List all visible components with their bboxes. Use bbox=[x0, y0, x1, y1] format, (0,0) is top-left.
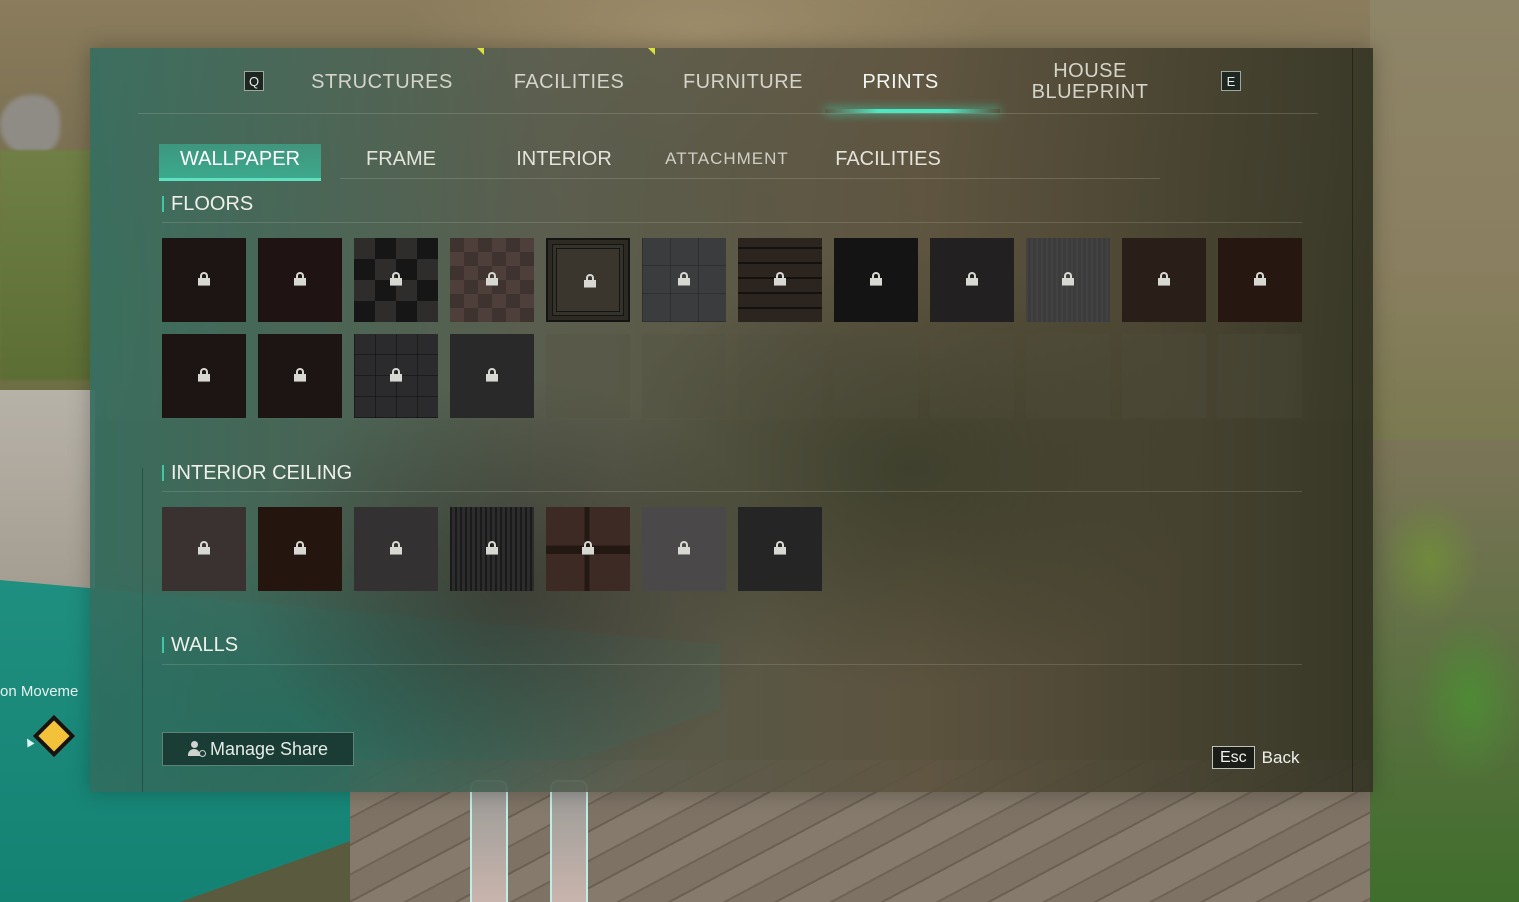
blueprint-tile[interactable] bbox=[642, 507, 726, 591]
subtab-wallpaper[interactable]: WALLPAPER bbox=[159, 144, 321, 181]
lock-icon bbox=[1254, 272, 1266, 286]
objective-text: on Moveme bbox=[0, 683, 79, 700]
blueprint-tile[interactable] bbox=[258, 507, 342, 591]
lock-icon bbox=[294, 541, 306, 555]
manage-share-button[interactable]: Manage Share bbox=[162, 732, 354, 766]
blueprint-tile[interactable] bbox=[354, 334, 438, 418]
esc-key: Esc bbox=[1212, 746, 1255, 769]
floors-grid bbox=[162, 238, 1302, 418]
lock-icon bbox=[294, 368, 306, 382]
lock-icon bbox=[390, 272, 402, 286]
prev-tab-key-q[interactable]: Q bbox=[244, 71, 264, 91]
lock-icon bbox=[486, 368, 498, 382]
subtab-interior[interactable]: INTERIOR bbox=[495, 144, 633, 178]
character-leg-right bbox=[550, 780, 588, 902]
empty-slot bbox=[1122, 334, 1206, 418]
lock-icon bbox=[390, 541, 402, 555]
blueprint-tile[interactable] bbox=[1026, 238, 1110, 322]
lock-icon bbox=[486, 541, 498, 555]
subtab-frame[interactable]: FRAME bbox=[340, 144, 462, 178]
section-title-interior-ceiling: INTERIOR CEILING bbox=[162, 462, 352, 484]
back-label: Back bbox=[1261, 747, 1300, 767]
lock-icon bbox=[1062, 272, 1074, 286]
ferns bbox=[1370, 440, 1519, 902]
blueprint-tile[interactable] bbox=[738, 238, 822, 322]
blueprint-tile[interactable] bbox=[450, 238, 534, 322]
blueprint-tile[interactable] bbox=[450, 507, 534, 591]
person-gear-icon bbox=[187, 741, 206, 757]
blueprint-tile[interactable] bbox=[162, 507, 246, 591]
build-menu-panel: Q STRUCTURES FACILITIES FURNITURE PRINTS… bbox=[90, 48, 1373, 792]
lock-icon bbox=[198, 368, 210, 382]
empty-slot bbox=[546, 334, 630, 418]
lock-icon bbox=[678, 272, 690, 286]
tab-house-blueprint[interactable]: HOUSE BLUEPRINT bbox=[1020, 61, 1160, 103]
blueprint-tile[interactable] bbox=[738, 507, 822, 591]
lock-icon bbox=[870, 272, 882, 286]
back-button[interactable]: Esc Back bbox=[1212, 746, 1299, 769]
lock-icon bbox=[294, 272, 306, 286]
lock-icon bbox=[966, 272, 978, 286]
player-character bbox=[440, 780, 620, 902]
panel-edge-line bbox=[1352, 48, 1353, 792]
tab-facilities[interactable]: FACILITIES bbox=[495, 72, 643, 93]
blueprint-tile[interactable] bbox=[258, 238, 342, 322]
panel-edge-line bbox=[142, 468, 143, 792]
blueprint-tile[interactable] bbox=[1218, 238, 1302, 322]
section-divider bbox=[162, 664, 1302, 665]
lock-icon bbox=[774, 541, 786, 555]
empty-slot bbox=[738, 334, 822, 418]
grass-patch bbox=[0, 150, 95, 380]
blueprint-tile[interactable] bbox=[546, 507, 630, 591]
section-divider bbox=[162, 222, 1302, 223]
lock-icon bbox=[198, 272, 210, 286]
empty-slot bbox=[930, 334, 1014, 418]
lock-icon bbox=[584, 274, 596, 288]
section-divider bbox=[162, 491, 1302, 492]
tab-furniture[interactable]: FURNITURE bbox=[672, 72, 814, 93]
empty-slot bbox=[1218, 334, 1302, 418]
right-slope-terrain bbox=[1370, 0, 1519, 440]
blueprint-tile[interactable] bbox=[546, 238, 630, 322]
empty-slot bbox=[834, 334, 918, 418]
manage-share-label: Manage Share bbox=[209, 738, 329, 759]
blueprint-tile[interactable] bbox=[834, 238, 918, 322]
lock-icon bbox=[678, 541, 690, 555]
blueprint-tile[interactable] bbox=[642, 238, 726, 322]
empty-slot bbox=[642, 334, 726, 418]
stone-platform bbox=[0, 390, 95, 600]
top-nav-divider bbox=[138, 113, 1318, 114]
blueprint-tile[interactable] bbox=[1122, 238, 1206, 322]
subtab-attachment[interactable]: ATTACHMENT bbox=[658, 144, 796, 178]
empty-slot bbox=[1026, 334, 1110, 418]
section-title-floors: FLOORS bbox=[162, 193, 253, 215]
lock-icon bbox=[1158, 272, 1170, 286]
lock-icon bbox=[774, 272, 786, 286]
lock-icon bbox=[486, 272, 498, 286]
blueprint-tile[interactable] bbox=[930, 238, 1014, 322]
notification-marker-icon bbox=[648, 48, 655, 55]
tab-structures[interactable]: STRUCTURES bbox=[301, 72, 463, 93]
blueprint-tile[interactable] bbox=[354, 238, 438, 322]
character-leg-left bbox=[470, 780, 508, 902]
interior-ceiling-grid bbox=[162, 507, 1302, 591]
subtab-divider bbox=[340, 178, 1160, 179]
blueprint-tile[interactable] bbox=[450, 334, 534, 418]
rock bbox=[0, 95, 60, 155]
section-title-walls: WALLS bbox=[162, 634, 238, 656]
tab-house-blueprint-line1: HOUSE bbox=[1053, 60, 1127, 82]
lock-icon bbox=[390, 368, 402, 382]
notification-marker-icon bbox=[477, 48, 484, 55]
blueprint-tile[interactable] bbox=[258, 334, 342, 418]
next-tab-key-e[interactable]: E bbox=[1221, 71, 1241, 91]
tab-prints[interactable]: PRINTS bbox=[848, 72, 953, 93]
subtab-facilities[interactable]: FACILITIES bbox=[824, 144, 952, 178]
lock-icon bbox=[582, 541, 594, 555]
tab-house-blueprint-line2: BLUEPRINT bbox=[1031, 81, 1149, 103]
blueprint-tile[interactable] bbox=[162, 238, 246, 322]
blueprint-tile[interactable] bbox=[162, 334, 246, 418]
blueprint-tile[interactable] bbox=[354, 507, 438, 591]
lock-icon bbox=[198, 541, 210, 555]
